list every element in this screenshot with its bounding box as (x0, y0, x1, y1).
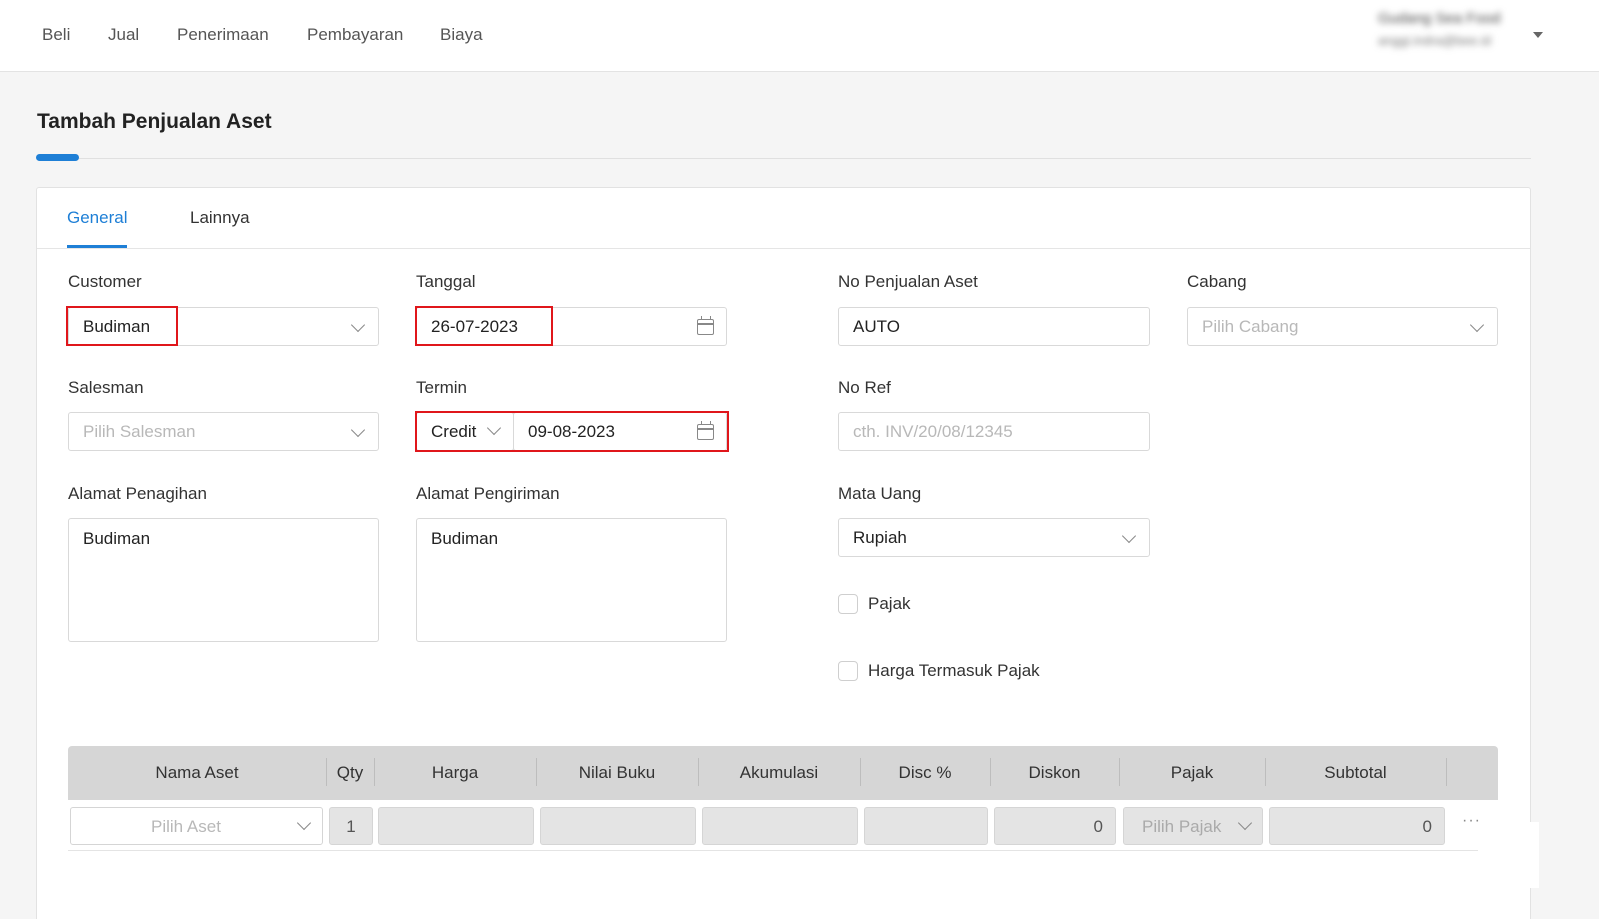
tab-lainnya[interactable]: Lainnya (190, 208, 250, 228)
chevron-down-icon (486, 420, 502, 436)
no-penjualan-label: No Penjualan Aset (838, 272, 978, 291)
no-ref-input[interactable]: cth. INV/20/08/12345 (838, 412, 1150, 451)
calendar-icon[interactable] (697, 316, 714, 335)
customer-select[interactable]: Budiman (68, 307, 379, 346)
th-qty: Qty (336, 763, 364, 782)
mata-uang-value: Rupiah (853, 528, 907, 547)
termin-label: Termin (416, 378, 468, 397)
nav-beli[interactable]: Beli (42, 25, 70, 45)
user-email: anggi.indra@bee.id (1378, 33, 1491, 48)
tab-bar: General Lainnya (37, 188, 1530, 249)
title-divider (79, 158, 1531, 159)
th-subtotal: Subtotal (1324, 763, 1387, 782)
th-pajak: Pajak (1170, 763, 1214, 782)
pajak-select[interactable]: Pilih Pajak (1123, 807, 1263, 845)
nilai-buku-input[interactable] (540, 807, 696, 845)
tanggal-datepicker[interactable]: 26-07-2023 (416, 307, 727, 346)
th-nilai-buku: Nilai Buku (578, 763, 656, 782)
alamat-pengiriman-textarea[interactable]: Budiman (416, 518, 727, 642)
diskon-input[interactable]: 0 (994, 807, 1116, 845)
cabang-placeholder: Pilih Cabang (1202, 317, 1299, 336)
calendar-icon[interactable] (697, 421, 714, 440)
pajak-placeholder: Pilih Pajak (1142, 817, 1222, 836)
page-title: Tambah Penjualan Aset (37, 110, 272, 133)
mata-uang-label: Mata Uang (838, 484, 922, 503)
subtotal-value: 0 (1422, 817, 1432, 836)
chevron-down-icon (1237, 815, 1253, 831)
nav-jual[interactable]: Jual (108, 25, 139, 45)
th-harga: Harga (431, 763, 479, 782)
tab-general[interactable]: General (67, 208, 127, 228)
items-table-header: Nama Aset Qty Harga Nilai Buku Akumulasi… (68, 746, 1498, 800)
aset-select[interactable]: Pilih Aset (70, 807, 323, 845)
no-penjualan-value: AUTO (853, 317, 900, 336)
title-accent-bar (36, 154, 79, 161)
no-penjualan-input[interactable]: AUTO (838, 307, 1150, 346)
active-tab-indicator (67, 245, 127, 248)
alamat-pengiriman-value: Budiman (431, 529, 499, 548)
no-ref-placeholder: cth. INV/20/08/12345 (853, 422, 1013, 441)
alamat-pengiriman-label: Alamat Pengiriman (416, 484, 560, 503)
termin-date-value: 09-08-2023 (528, 422, 615, 441)
tanggal-label: Tanggal (416, 272, 476, 291)
mata-uang-select[interactable]: Rupiah (838, 518, 1150, 557)
tanggal-value: 26-07-2023 (431, 317, 518, 336)
overlay-block (1479, 822, 1539, 888)
qty-input[interactable]: 1 (329, 807, 373, 845)
nav-penerimaan[interactable]: Penerimaan (177, 25, 269, 45)
nav-biaya[interactable]: Biaya (440, 25, 483, 45)
aset-placeholder: Pilih Aset (151, 817, 221, 836)
chevron-down-icon (1469, 317, 1485, 333)
cabang-label: Cabang (1187, 272, 1247, 291)
th-akumulasi: Akumulasi (739, 763, 819, 782)
user-menu[interactable]: Gudang Sea Food anggi.indra@bee.id (1378, 10, 1518, 48)
pajak-checkbox[interactable] (838, 594, 858, 614)
chevron-down-icon (296, 815, 312, 831)
nav-pembayaran[interactable]: Pembayaran (307, 25, 403, 45)
customer-value: Budiman (83, 317, 151, 336)
chevron-down-icon (1121, 528, 1137, 544)
customer-label: Customer (68, 272, 142, 291)
th-nama-aset: Nama Aset (155, 763, 239, 782)
user-name: Gudang Sea Food (1378, 10, 1501, 27)
alamat-penagihan-value: Budiman (83, 529, 151, 548)
cabang-select[interactable]: Pilih Cabang (1187, 307, 1498, 346)
top-navbar: Beli Jual Penerimaan Pembayaran Biaya Gu… (0, 0, 1599, 72)
harga-input[interactable] (378, 807, 534, 845)
caret-down-icon[interactable] (1533, 32, 1543, 38)
pajak-label: Pajak (868, 594, 911, 613)
subtotal-input[interactable]: 0 (1269, 807, 1445, 845)
chevron-down-icon (350, 422, 366, 438)
salesman-select[interactable]: Pilih Salesman (68, 412, 379, 451)
salesman-placeholder: Pilih Salesman (83, 422, 196, 441)
harga-termasuk-pajak-checkbox[interactable] (838, 661, 858, 681)
qty-value: 1 (346, 817, 356, 836)
akumulasi-input[interactable] (702, 807, 858, 845)
termin-type-select[interactable]: Credit (416, 412, 514, 451)
disc-percent-input[interactable] (864, 807, 988, 845)
chevron-down-icon (350, 317, 366, 333)
th-diskon: Diskon (1028, 763, 1081, 782)
salesman-label: Salesman (68, 378, 144, 397)
termin-date-picker[interactable]: 09-08-2023 (513, 412, 727, 451)
harga-termasuk-pajak-label: Harga Termasuk Pajak (868, 661, 1040, 680)
column-divider (1446, 758, 1447, 786)
no-ref-label: No Ref (838, 378, 891, 397)
diskon-value: 0 (1093, 817, 1103, 836)
termin-type-value: Credit (431, 422, 477, 441)
th-disc-percent: Disc % (898, 763, 952, 782)
alamat-penagihan-label: Alamat Penagihan (68, 484, 207, 503)
alamat-penagihan-textarea[interactable]: Budiman (68, 518, 379, 642)
row-divider (68, 850, 1478, 851)
